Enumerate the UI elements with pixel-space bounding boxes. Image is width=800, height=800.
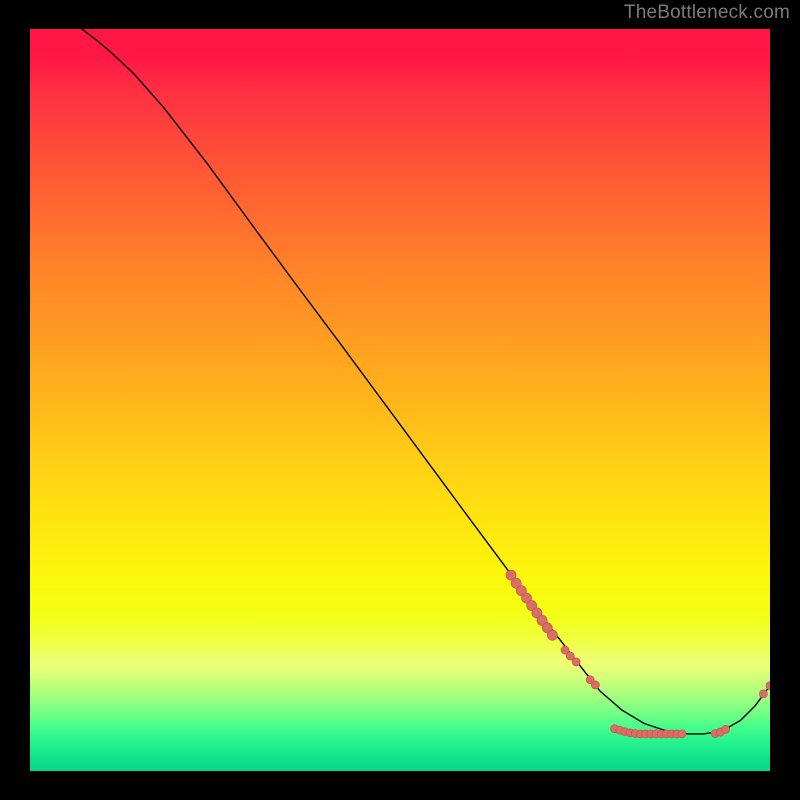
frame-right [770, 0, 800, 800]
chart-root: { "attribution": "TheBottleneck.com", "c… [0, 0, 800, 800]
chart-overlay [30, 29, 770, 771]
highlight-dot [722, 725, 730, 733]
attribution-label: TheBottleneck.com [624, 2, 790, 24]
highlight-dot [572, 658, 580, 666]
highlight-dot [591, 681, 599, 689]
highlight-dot [566, 652, 574, 660]
highlight-dot [766, 682, 770, 690]
highlight-dot [678, 730, 686, 738]
highlight-dots-group [506, 570, 770, 738]
highlight-dot [547, 630, 557, 640]
bottleneck-curve [82, 29, 770, 734]
frame-left [0, 0, 30, 800]
frame-bottom [0, 771, 800, 800]
highlight-dot [759, 690, 767, 698]
